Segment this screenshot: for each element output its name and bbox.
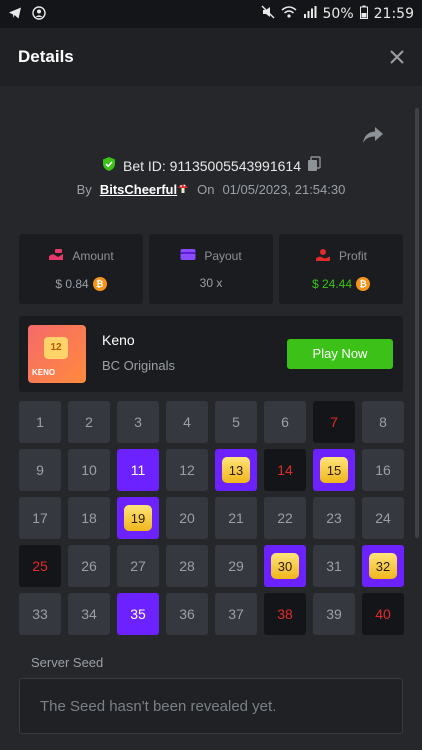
keno-tile: 40 (362, 593, 404, 635)
wifi-icon (281, 5, 297, 23)
server-seed-label: Server Seed (31, 655, 104, 670)
keno-tile: 11 (117, 449, 159, 491)
keno-tile: 2 (68, 401, 110, 443)
on-label: On (197, 182, 215, 197)
keno-tile: 5 (215, 401, 257, 443)
page-title: Details (18, 47, 74, 66)
keno-tile-number: 30 (271, 553, 299, 579)
stat-profit: Profit $ 24.44 ₿ (279, 234, 403, 304)
keno-tile: 16 (362, 449, 404, 491)
keno-tile: 30 (264, 545, 306, 587)
keno-tile: 36 (166, 593, 208, 635)
stat-payout: Payout 30 x (149, 234, 273, 304)
details-header: Details (0, 28, 422, 86)
amount-value: $ 0.84 (55, 276, 89, 291)
profit-value: $ 24.44 (311, 276, 353, 291)
amount-label: Amount (72, 249, 114, 263)
server-seed-field[interactable]: The Seed hasn't been revealed yet. (19, 678, 403, 734)
details-content: Bet ID: 91135005543991614 By BitsCheerfu… (0, 86, 422, 750)
game-provider: BC Originals (102, 358, 175, 373)
thumb-label: KENO (32, 368, 56, 377)
bitcoin-icon: ₿ (92, 276, 107, 291)
close-icon[interactable] (390, 44, 404, 70)
stat-amount: Amount $ 0.84 ₿ (19, 234, 143, 304)
verified-shield-icon (101, 156, 117, 175)
keno-tile: 32 (362, 545, 404, 587)
mushroom-icon (177, 182, 189, 197)
keno-tile: 18 (68, 497, 110, 539)
keno-tile: 7 (313, 401, 355, 443)
keno-tile: 14 (264, 449, 306, 491)
thumb-cube-number: 12 (44, 337, 68, 359)
keno-tile: 34 (68, 593, 110, 635)
keno-tile: 24 (362, 497, 404, 539)
keno-thumbnail[interactable]: 12 KENO (28, 325, 86, 383)
keno-tile-number: 32 (369, 553, 397, 579)
bet-id-row: Bet ID: 91135005543991614 (0, 156, 422, 175)
keno-tile-number: 13 (222, 457, 250, 483)
keno-tile: 38 (264, 593, 306, 635)
play-now-button[interactable]: Play Now (287, 339, 393, 369)
status-bar: 50% 21:59 (0, 0, 422, 28)
payout-label: Payout (204, 249, 242, 263)
profit-icon (315, 248, 331, 265)
keno-tile: 22 (264, 497, 306, 539)
keno-tile: 10 (68, 449, 110, 491)
telegram-icon (8, 6, 22, 23)
account-icon (32, 5, 46, 23)
profit-label: Profit (338, 249, 367, 263)
keno-tile: 39 (313, 593, 355, 635)
keno-tile: 1 (19, 401, 61, 443)
amount-icon (48, 248, 64, 265)
keno-board: 1 2 3 4 5 6 7 8 9 10 11 12 13 14 15 16 17 18 19 20 21 22 23 24 2… (19, 401, 404, 635)
keno-tile: 31 (313, 545, 355, 587)
signal-icon (303, 5, 317, 23)
keno-tile: 28 (166, 545, 208, 587)
keno-tile: 25 (19, 545, 61, 587)
bitcoin-icon: ₿ (356, 276, 371, 291)
keno-tile-number: 19 (124, 505, 152, 531)
battery-percent: 50% (322, 6, 354, 22)
keno-tile: 35 (117, 593, 159, 635)
game-name: Keno (102, 332, 135, 348)
keno-tile: 26 (68, 545, 110, 587)
payout-value: 30 x (199, 276, 223, 290)
bet-stats: Amount $ 0.84 ₿ Payout 30 x Profit $ 24.… (19, 234, 403, 304)
keno-tile: 15 (313, 449, 355, 491)
keno-tile: 3 (117, 401, 159, 443)
share-icon[interactable] (362, 126, 383, 146)
keno-tile: 37 (215, 593, 257, 635)
copy-icon[interactable] (307, 156, 321, 175)
keno-tile: 21 (215, 497, 257, 539)
clock: 21:59 (373, 6, 414, 22)
game-card: 12 KENO Keno BC Originals Play Now (19, 316, 403, 392)
keno-tile: 19 (117, 497, 159, 539)
keno-tile: 6 (264, 401, 306, 443)
keno-tile: 27 (117, 545, 159, 587)
wallet-icon (180, 248, 196, 264)
keno-tile: 29 (215, 545, 257, 587)
keno-tile: 12 (166, 449, 208, 491)
keno-tile: 20 (166, 497, 208, 539)
keno-tile: 17 (19, 497, 61, 539)
mute-icon (261, 5, 275, 23)
keno-tile: 23 (313, 497, 355, 539)
by-label: By (76, 182, 92, 197)
keno-tile: 8 (362, 401, 404, 443)
keno-tile: 4 (166, 401, 208, 443)
bet-byline: By BitsCheerful On 01/05/2023, 21:54:30 (0, 182, 422, 197)
username-link[interactable]: BitsCheerful (100, 182, 177, 197)
keno-tile: 9 (19, 449, 61, 491)
keno-tile: 33 (19, 593, 61, 635)
keno-tile: 13 (215, 449, 257, 491)
keno-tile-number: 15 (320, 457, 348, 483)
bet-id: Bet ID: 91135005543991614 (122, 157, 301, 174)
battery-icon (359, 5, 368, 23)
bet-datetime: 01/05/2023, 21:54:30 (222, 182, 346, 197)
